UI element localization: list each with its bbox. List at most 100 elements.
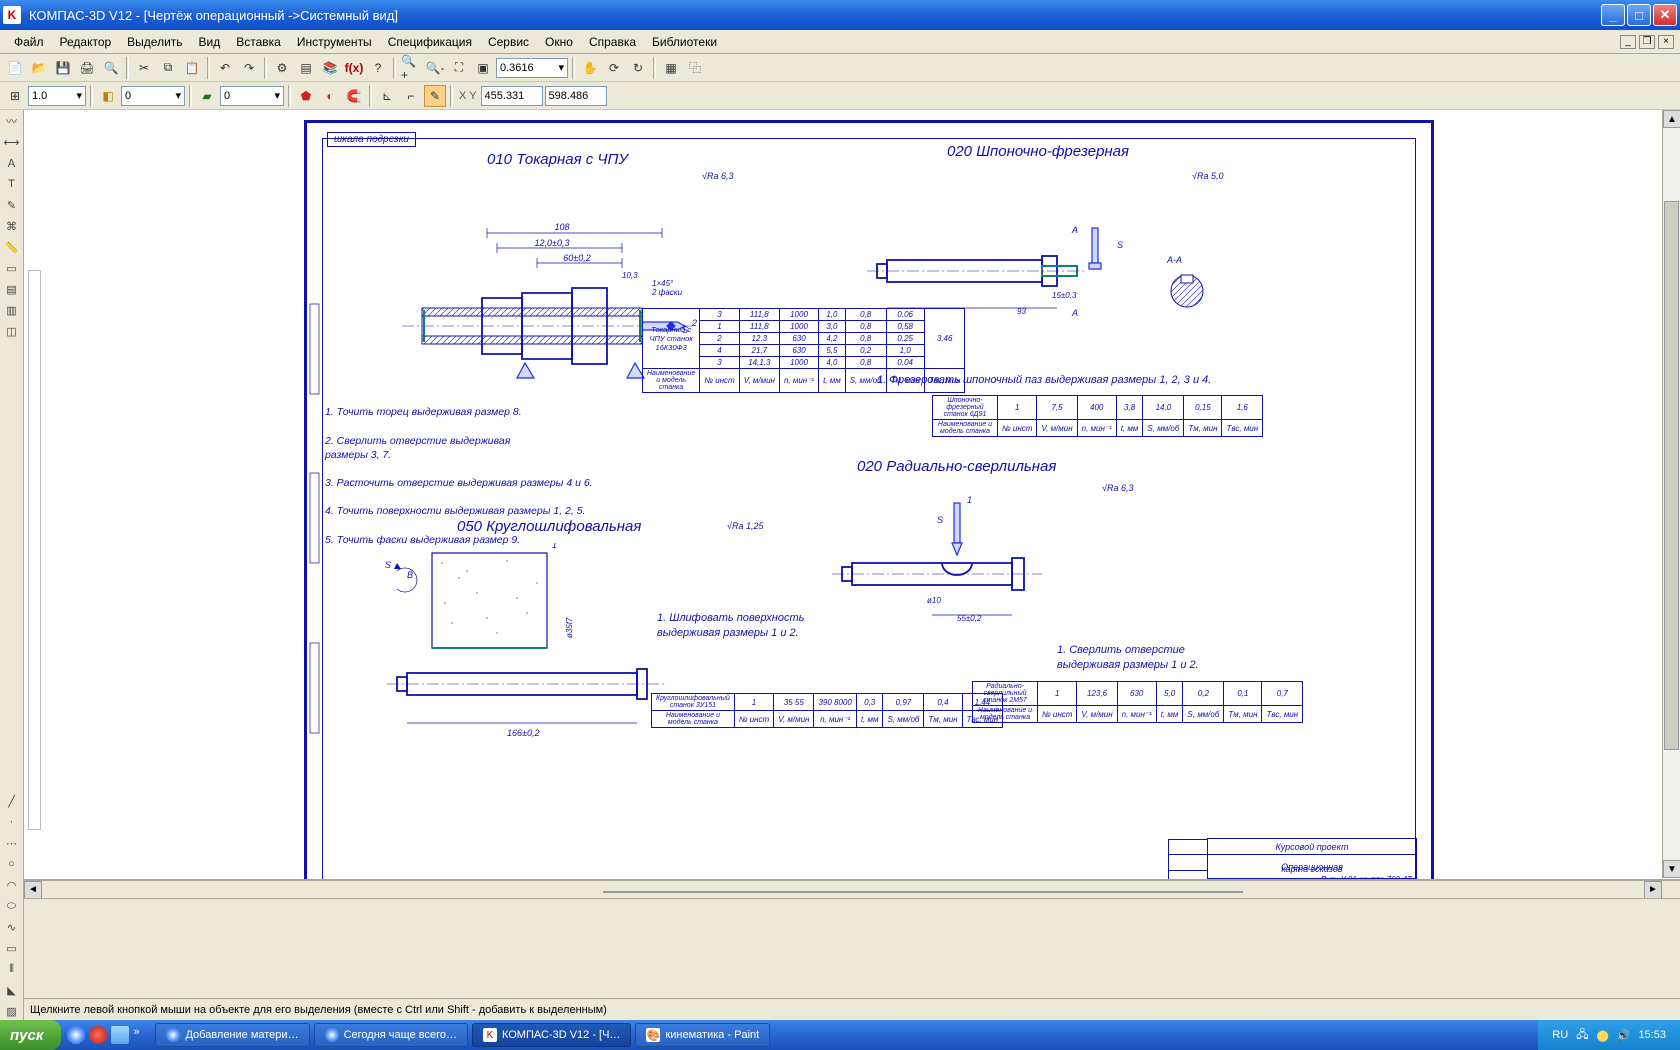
- layers-icon[interactable]: ▤: [295, 57, 317, 79]
- circle-icon[interactable]: ○: [2, 855, 22, 873]
- text-icon[interactable]: Т: [2, 175, 22, 193]
- menu-view[interactable]: Вид: [191, 32, 229, 52]
- pan-icon[interactable]: ✋: [579, 57, 601, 79]
- props-icon[interactable]: ⚙: [271, 57, 293, 79]
- cut-icon[interactable]: ✂: [133, 57, 155, 79]
- rotate-icon[interactable]: ⟳: [603, 57, 625, 79]
- measure-icon[interactable]: 📏: [2, 238, 22, 256]
- coord-y[interactable]: 598.486: [545, 86, 607, 106]
- task-item-4[interactable]: 🎨кинематика - Paint: [635, 1023, 770, 1047]
- redo-icon[interactable]: ↷: [238, 57, 260, 79]
- insert-view-icon[interactable]: ◫: [2, 322, 22, 340]
- zoom-field[interactable]: 0.3616▾: [496, 58, 568, 78]
- coord-x[interactable]: 455.331: [481, 86, 543, 106]
- undo-icon[interactable]: ↶: [214, 57, 236, 79]
- zoom-out-icon[interactable]: 🔍-: [424, 57, 446, 79]
- menu-service[interactable]: Сервис: [480, 32, 537, 52]
- open-icon[interactable]: 📂: [28, 57, 50, 79]
- close-button[interactable]: ✕: [1653, 4, 1677, 26]
- drawing-canvas[interactable]: шкала подрезки 010 Токарная с ЧПУ √Ra 6,…: [24, 110, 1680, 880]
- print-icon[interactable]: 🖨: [76, 57, 98, 79]
- snap-end-icon[interactable]: ⬟: [295, 85, 317, 107]
- menu-file[interactable]: Файл: [6, 32, 52, 52]
- notation-icon[interactable]: Ａ: [2, 154, 22, 172]
- aux-line-icon[interactable]: ⋯: [2, 834, 22, 852]
- layer-color-icon[interactable]: ▰: [196, 85, 218, 107]
- tray-net-icon[interactable]: 🖧: [1576, 1026, 1588, 1045]
- tray-clock[interactable]: 15:53: [1638, 1029, 1666, 1041]
- vars-icon[interactable]: f(x): [343, 57, 365, 79]
- windows-tile-icon[interactable]: ▦: [660, 57, 682, 79]
- snap-mid-icon[interactable]: ◐: [319, 85, 341, 107]
- task-item-1[interactable]: Добавление матери…: [155, 1023, 309, 1047]
- edit-icon[interactable]: ✎: [2, 196, 22, 214]
- menu-editor[interactable]: Редактор: [52, 32, 120, 52]
- round-icon[interactable]: ⌐: [400, 85, 422, 107]
- select-icon[interactable]: ▭: [2, 259, 22, 277]
- tray-lang[interactable]: RU: [1552, 1029, 1568, 1041]
- copy-icon[interactable]: ⧉: [157, 57, 179, 79]
- mdi-close[interactable]: ×: [1658, 35, 1674, 49]
- offset-icon[interactable]: ⫴: [2, 960, 22, 978]
- ortho-icon[interactable]: ⊾: [376, 85, 398, 107]
- help-icon[interactable]: ?: [367, 57, 389, 79]
- ql-opera-icon[interactable]: [89, 1026, 107, 1044]
- chamfer-icon[interactable]: ◣: [2, 981, 22, 999]
- spec-icon[interactable]: ▤: [2, 280, 22, 298]
- menu-insert[interactable]: Вставка: [228, 32, 289, 52]
- zoom-in-icon[interactable]: 🔍+: [400, 57, 422, 79]
- param-mode-icon[interactable]: ✎: [424, 85, 446, 107]
- task-item-2[interactable]: Сегодня чаще всего…: [314, 1023, 468, 1047]
- states-icon[interactable]: ◧: [97, 85, 119, 107]
- preview-icon[interactable]: 🔍: [100, 57, 122, 79]
- menu-spec[interactable]: Спецификация: [380, 32, 480, 52]
- start-button[interactable]: пуск: [0, 1020, 61, 1050]
- ellipse-icon[interactable]: ⬭: [2, 897, 22, 915]
- line-icon[interactable]: ╱: [2, 792, 22, 810]
- spline-icon[interactable]: ∿: [2, 918, 22, 936]
- windows-cascade-icon[interactable]: ⿻: [684, 57, 706, 79]
- mdi-restore[interactable]: ❐: [1639, 35, 1655, 49]
- dim-icon[interactable]: ⟷: [2, 133, 22, 151]
- ql-explorer-icon[interactable]: »: [133, 1026, 151, 1044]
- menu-libraries[interactable]: Библиотеки: [644, 32, 725, 52]
- task-item-3[interactable]: KКОМПАС-3D V12 - [Ч…: [472, 1023, 631, 1047]
- report-icon[interactable]: ▥: [2, 301, 22, 319]
- zoom-window-icon[interactable]: ⛶: [448, 57, 470, 79]
- save-icon[interactable]: 💾: [52, 57, 74, 79]
- menu-window[interactable]: Окно: [537, 32, 581, 52]
- tray-shield-icon[interactable]: ⬤: [1596, 1029, 1608, 1042]
- snap-toggle-icon[interactable]: 🧲: [343, 85, 365, 107]
- menu-tools[interactable]: Инструменты: [289, 32, 380, 52]
- point-icon[interactable]: ·: [2, 813, 22, 831]
- ql-desktop-icon[interactable]: [111, 1026, 129, 1044]
- refresh-icon[interactable]: ↻: [627, 57, 649, 79]
- scale-field[interactable]: 1.0▾: [28, 86, 86, 106]
- param-icon[interactable]: ⌘: [2, 217, 22, 235]
- horizontal-scrollbar[interactable]: ◄ ►: [24, 880, 1680, 898]
- doc-tab-panel[interactable]: [28, 270, 41, 830]
- step-field[interactable]: 0▾: [121, 86, 185, 106]
- mdi-minimize[interactable]: _: [1620, 35, 1636, 49]
- scroll-right-icon[interactable]: ►: [1644, 881, 1662, 899]
- library-icon[interactable]: 📚: [319, 57, 341, 79]
- zoom-fit-icon[interactable]: ▣: [472, 57, 494, 79]
- menu-help[interactable]: Справка: [581, 32, 644, 52]
- scroll-up-icon[interactable]: ▲: [1663, 110, 1680, 128]
- menu-select[interactable]: Выделить: [119, 32, 190, 52]
- vertical-scrollbar[interactable]: ▲ ▼: [1662, 110, 1680, 878]
- hatch-icon[interactable]: ▨: [2, 1002, 22, 1020]
- new-icon[interactable]: 📄: [4, 57, 26, 79]
- scroll-left-icon[interactable]: ◄: [24, 881, 42, 899]
- grid-icon[interactable]: ⊞: [4, 85, 26, 107]
- layer-field[interactable]: 0▾: [220, 86, 284, 106]
- tray-vol-icon[interactable]: 🔊: [1617, 1029, 1631, 1042]
- maximize-button[interactable]: □: [1627, 4, 1651, 26]
- minimize-button[interactable]: _: [1601, 4, 1625, 26]
- scroll-down-icon[interactable]: ▼: [1663, 860, 1680, 878]
- arc-icon[interactable]: ◠: [2, 876, 22, 894]
- ql-chrome-icon[interactable]: [67, 1026, 85, 1044]
- rect-icon[interactable]: ▭: [2, 939, 22, 957]
- paste-icon[interactable]: 📋: [181, 57, 203, 79]
- geom-icon[interactable]: 〰: [2, 112, 22, 130]
